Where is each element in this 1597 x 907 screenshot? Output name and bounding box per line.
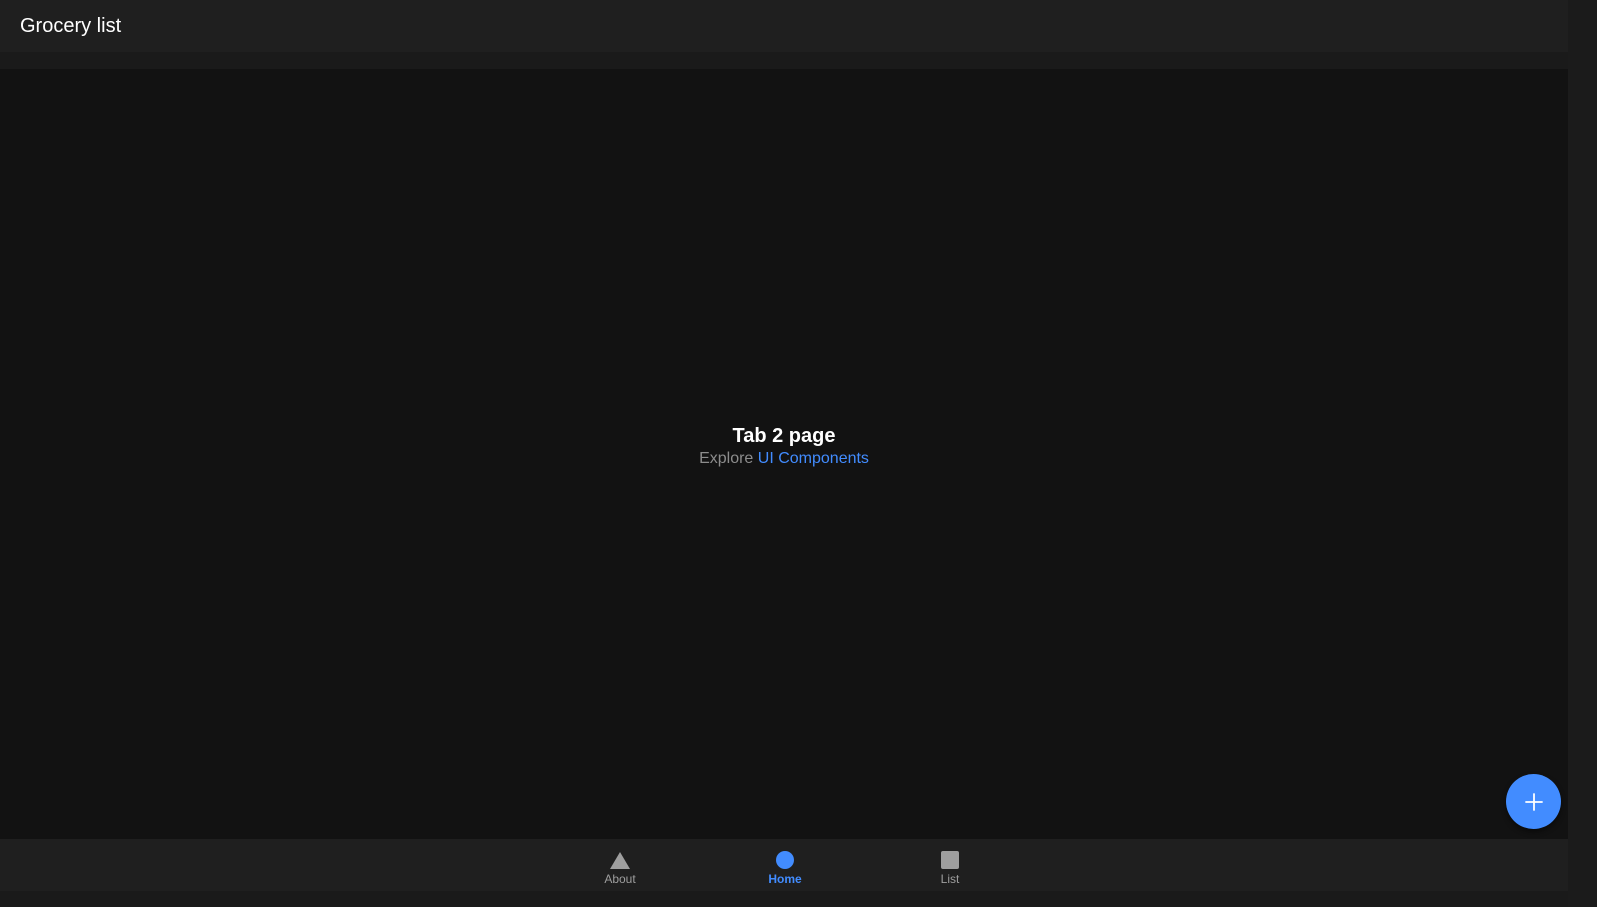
square-icon bbox=[939, 850, 961, 870]
app-stage: Grocery list Tab 2 page Explore UI Compo… bbox=[0, 0, 1568, 907]
tab-list-label: List bbox=[940, 872, 960, 886]
ui-components-link[interactable]: UI Components bbox=[758, 450, 869, 467]
explore-container: Tab 2 page Explore UI Components bbox=[0, 423, 1568, 469]
explore-prefix: Explore bbox=[699, 450, 754, 467]
triangle-icon bbox=[609, 850, 631, 870]
add-icon bbox=[1524, 792, 1543, 811]
explore-text: Explore UI Components bbox=[0, 449, 1568, 469]
tab-list[interactable]: List bbox=[895, 839, 1005, 891]
page-title: Grocery list bbox=[20, 15, 122, 37]
bottom-tab-bar: About Home List bbox=[0, 839, 1568, 891]
header-divider bbox=[0, 52, 1568, 69]
tab-home[interactable]: Home bbox=[730, 839, 840, 891]
header-toolbar: Grocery list bbox=[0, 0, 1568, 52]
add-fab-button[interactable] bbox=[1506, 774, 1561, 829]
tab-page-heading: Tab 2 page bbox=[732, 425, 836, 447]
scrollbar-gutter[interactable] bbox=[1568, 0, 1597, 907]
ellipse-icon bbox=[774, 850, 796, 870]
app-window: Grocery list Tab 2 page Explore UI Compo… bbox=[0, 0, 1597, 907]
tab-about[interactable]: About bbox=[565, 839, 675, 891]
tab-about-label: About bbox=[604, 872, 636, 886]
bottom-safe-area bbox=[0, 891, 1568, 907]
main-content[interactable]: Tab 2 page Explore UI Components bbox=[0, 69, 1568, 839]
tab-home-label: Home bbox=[768, 872, 802, 886]
